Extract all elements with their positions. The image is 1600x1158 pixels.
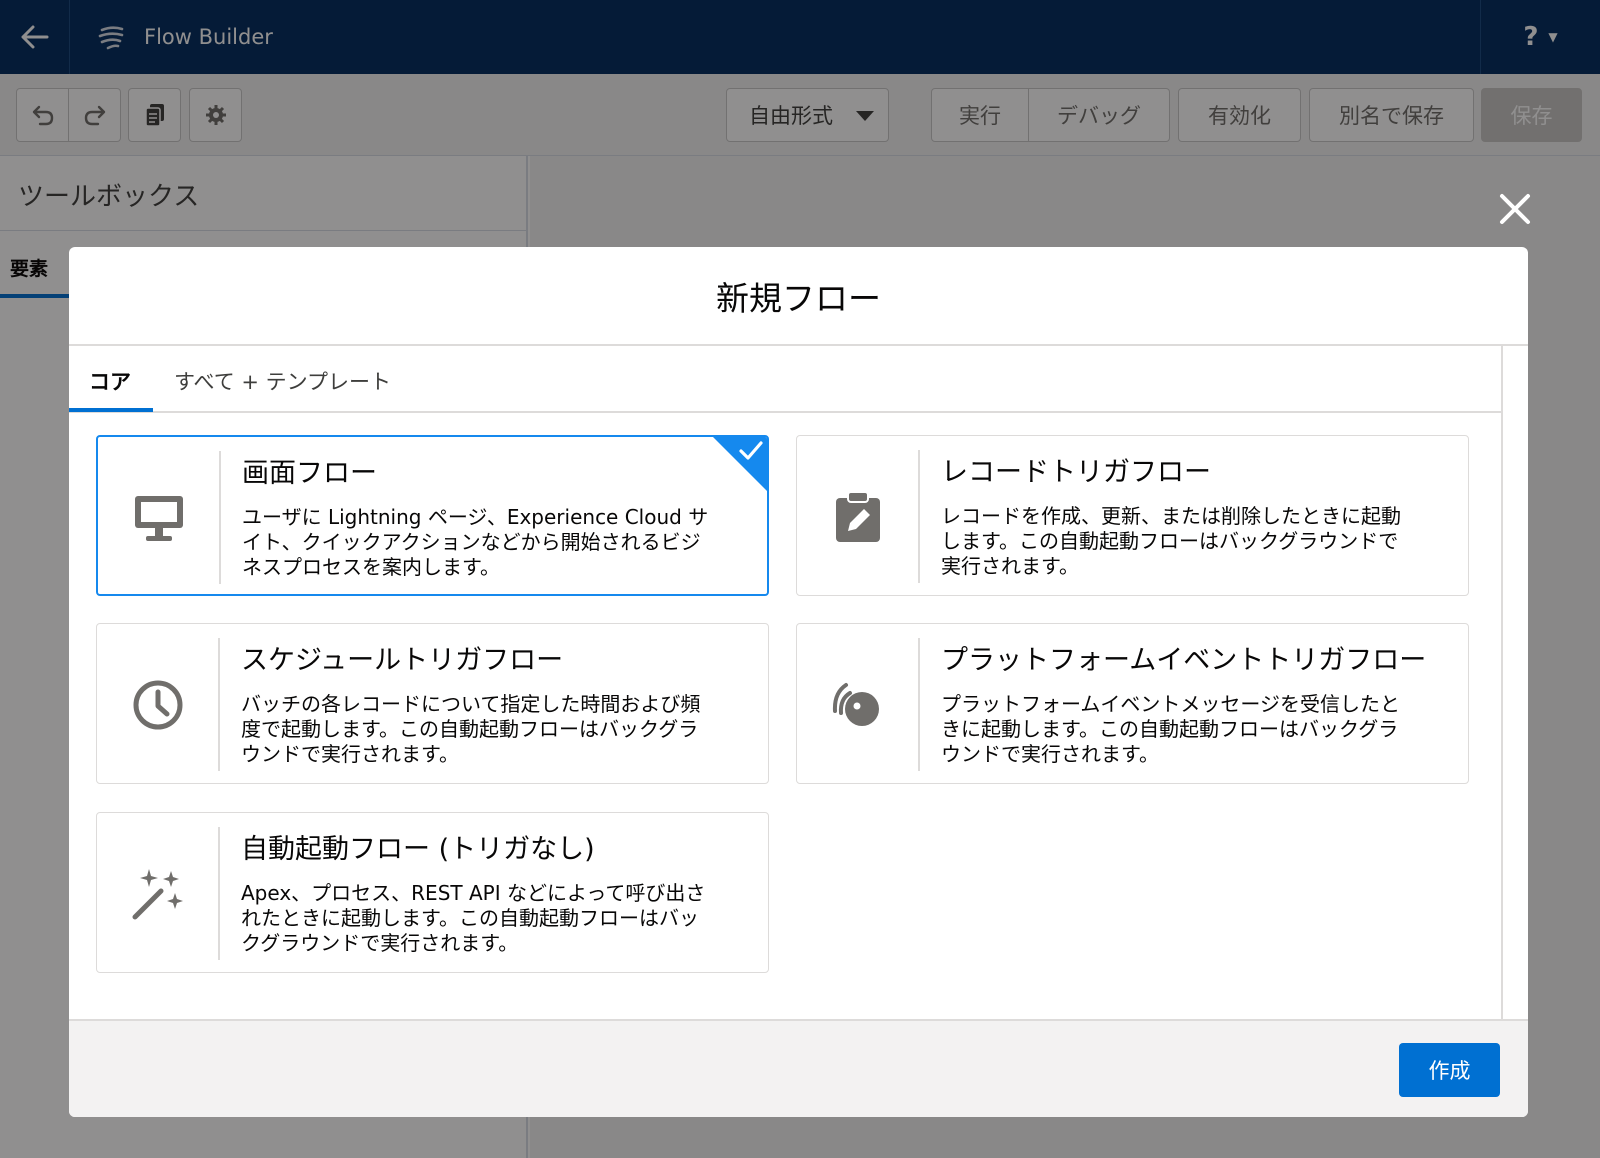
modal-footer: 作成 [69,1019,1528,1117]
card-icon-area [797,638,920,771]
card-description: Apex、プロセス、REST API などによって呼び出されたときに起動します。… [241,881,706,955]
card-icon-area [97,638,220,771]
flow-type-card-schedule-triggered[interactable]: スケジュールトリガフロー バッチの各レコードについて指定した時間および頻度で起動… [96,623,769,784]
modal-title: 新規フロー [716,278,881,318]
modal-body: コア すべて + テンプレート 画面フロー ユーザに Lightning ページ… [69,346,1503,1019]
card-title: スケジュールトリガフロー [241,645,564,676]
flow-type-tabs: コア すべて + テンプレート [69,346,1503,413]
flow-type-card-screen-flow[interactable]: 画面フロー ユーザに Lightning ページ、Experience Clou… [96,435,769,596]
card-title: 自動起動フロー (トリガなし) [241,834,595,865]
card-icon-area [797,450,920,583]
close-icon [1500,194,1530,224]
card-description: レコードを作成、更新、または削除したときに起動します。この自動起動フローはバック… [941,504,1401,578]
card-title: 画面フロー [242,458,377,489]
tab-core[interactable]: コア [89,366,131,396]
card-icon-area [98,451,221,584]
create-button[interactable]: 作成 [1399,1043,1500,1097]
magic-wand-icon [132,868,183,919]
close-modal-button[interactable] [1496,190,1534,228]
modal-header: 新規フロー [69,247,1528,346]
card-description: バッチの各レコードについて指定した時間および頻度で起動します。この自動起動フロー… [241,692,701,766]
card-title: プラットフォームイベントトリガフロー [941,645,1427,676]
card-title: レコードトリガフロー [941,457,1211,488]
broadcast-icon [832,682,879,726]
clipboard-edit-icon [835,490,880,542]
card-description: プラットフォームイベントメッセージを受信したときに起動します。この自動起動フロー… [941,692,1400,766]
check-icon [739,441,763,460]
tab-active-indicator [69,408,153,412]
desktop-icon [134,495,183,541]
new-flow-modal: 新規フロー コア すべて + テンプレート 画面フロー ユーザに Lightni… [69,247,1528,1117]
card-icon-area [97,827,220,960]
flow-type-card-platform-event[interactable]: プラットフォームイベントトリガフロー プラットフォームイベントメッセージを受信し… [796,623,1469,784]
tab-all-templates[interactable]: すべて + テンプレート [174,366,391,396]
flow-type-card-autolaunched[interactable]: 自動起動フロー (トリガなし) Apex、プロセス、REST API などによっ… [96,812,769,973]
flow-type-card-record-triggered[interactable]: レコードトリガフロー レコードを作成、更新、または削除したときに起動します。この… [796,435,1469,596]
card-description: ユーザに Lightning ページ、Experience Cloud サイト、… [242,505,709,579]
clock-icon [133,680,182,729]
